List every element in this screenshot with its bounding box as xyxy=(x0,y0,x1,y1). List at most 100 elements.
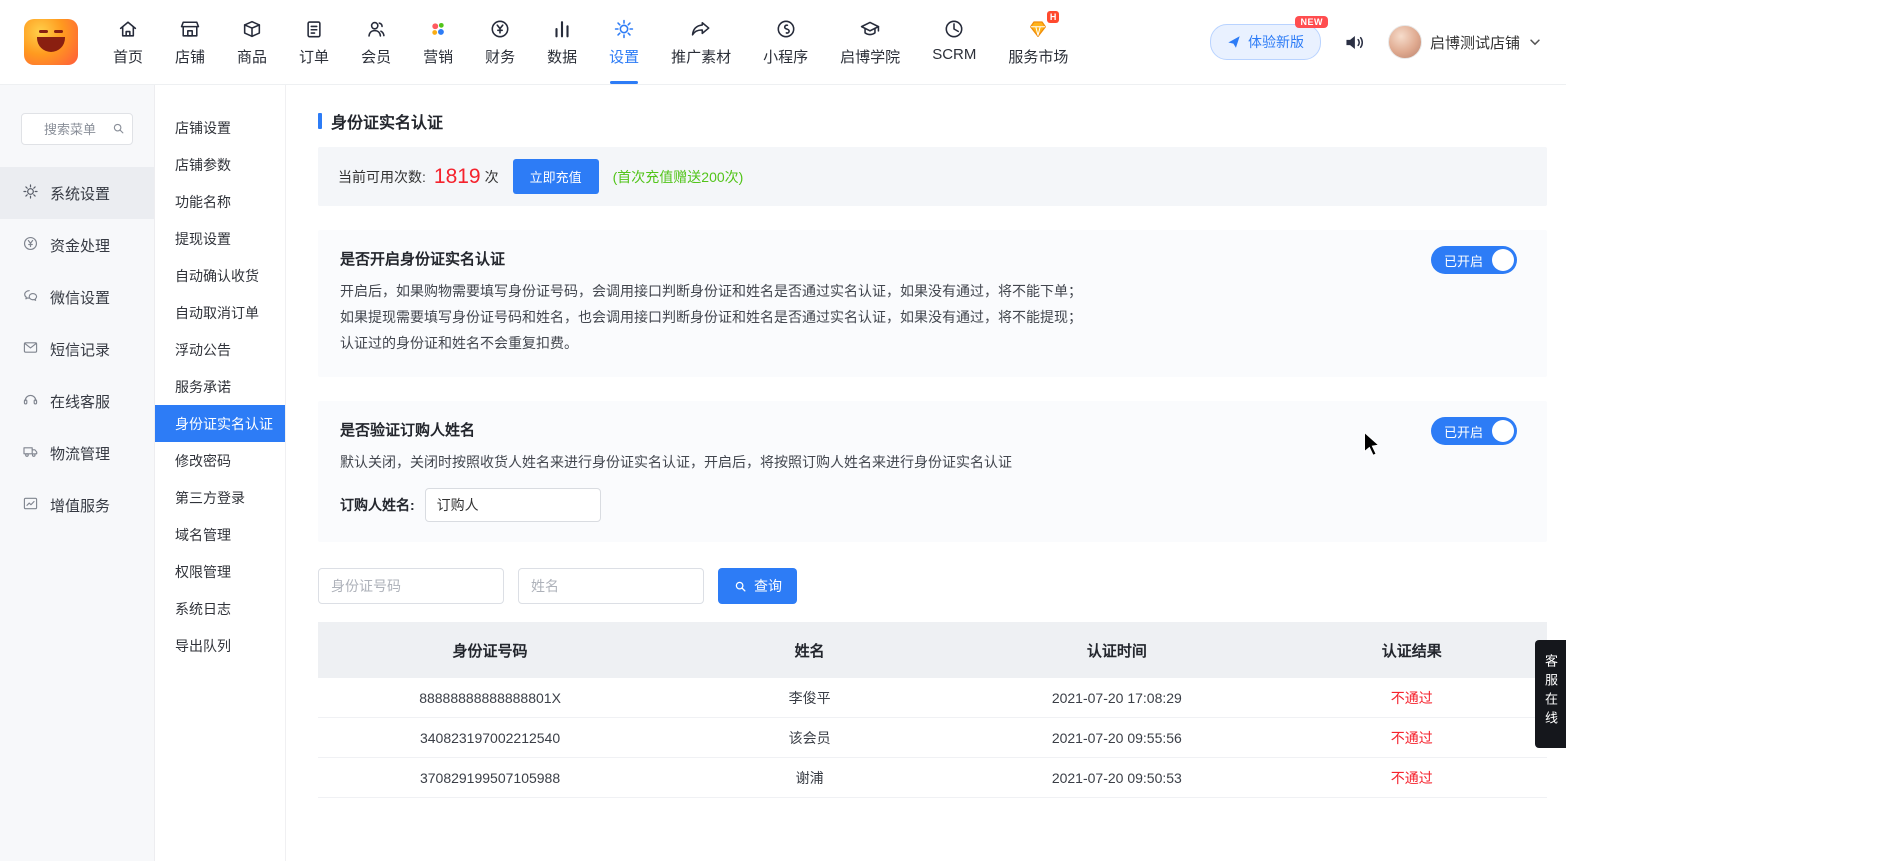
nav-label: 设置 xyxy=(609,46,639,67)
realname-toggle-card: 是否开启身份证实名认证 已开启 开启后，如果购物需要填写身份证号码，会调用接口判… xyxy=(318,230,1547,377)
submenu-item-service-promise[interactable]: 服务承诺 xyxy=(155,368,285,405)
nav-label: 订单 xyxy=(299,46,329,67)
sidebar-item-label: 微信设置 xyxy=(50,287,110,308)
try-new-label: 体验新版 xyxy=(1248,32,1304,52)
try-new-version-button[interactable]: 体验新版 NEW xyxy=(1210,24,1321,60)
submenu: 店铺设置 店铺参数 功能名称 提现设置 自动确认收货 自动取消订单 浮动公告 服… xyxy=(155,109,285,664)
nav-item-scrm[interactable]: SCRM xyxy=(931,15,977,65)
cell-time: 2021-07-20 09:50:53 xyxy=(957,758,1277,797)
quota-unit: 次 xyxy=(485,167,499,187)
submenu-item-withdraw-settings[interactable]: 提现设置 xyxy=(155,220,285,257)
app-logo[interactable] xyxy=(24,19,78,65)
page-title: 身份证实名认证 xyxy=(318,109,1566,133)
main-content: 身份证实名认证 当前可用次数: 1819 次 立即充值 (首次充值赠送200次)… xyxy=(286,85,1566,861)
submenu-item-id-verification[interactable]: 身份证实名认证 xyxy=(155,405,285,442)
submenu-item-auto-cancel[interactable]: 自动取消订单 xyxy=(155,294,285,331)
nav-label: 营销 xyxy=(423,46,453,67)
nav-item-marketing[interactable]: 营销 xyxy=(422,15,454,69)
submenu-item-store-settings[interactable]: 店铺设置 xyxy=(155,109,285,146)
main-sidebar: 系统设置 资金处理 微信设置 短信记录 在线客服 xyxy=(0,85,155,861)
sidebar-item-label: 短信记录 xyxy=(50,339,110,360)
sidebar-item-sms[interactable]: 短信记录 xyxy=(0,323,154,375)
quota-bar: 当前可用次数: 1819 次 立即充值 (首次充值赠送200次) xyxy=(318,147,1547,206)
submenu-item-system-log[interactable]: 系统日志 xyxy=(155,590,285,627)
sidebar-item-system-settings[interactable]: 系统设置 xyxy=(0,167,154,219)
table-row: 340823197002212540 该会员 2021-07-20 09:55:… xyxy=(318,718,1547,758)
sidebar-item-wechat[interactable]: 微信设置 xyxy=(0,271,154,323)
nav-item-promote[interactable]: 推广素材 xyxy=(670,15,732,69)
nav-item-settings[interactable]: 设置 xyxy=(608,15,640,69)
nav-item-miniprogram[interactable]: 小程序 xyxy=(762,15,809,69)
customer-service-icon xyxy=(22,391,39,412)
sidebar-item-value-added[interactable]: 增值服务 xyxy=(0,479,154,531)
store-icon xyxy=(179,17,201,41)
goods-icon xyxy=(241,17,263,41)
nav-item-data[interactable]: 数据 xyxy=(546,15,578,69)
miniprogram-icon xyxy=(775,17,797,41)
promote-icon xyxy=(690,17,712,41)
title-accent-bar xyxy=(318,113,322,129)
home-icon xyxy=(117,17,139,41)
nav-label: 财务 xyxy=(485,46,515,67)
submenu-item-export-queue[interactable]: 导出队列 xyxy=(155,627,285,664)
submenu-item-change-password[interactable]: 修改密码 xyxy=(155,442,285,479)
search-icon xyxy=(111,121,126,141)
realname-toggle[interactable]: 已开启 xyxy=(1431,246,1517,274)
query-button[interactable]: 查询 xyxy=(718,568,797,604)
sidebar-item-logistics[interactable]: 物流管理 xyxy=(0,427,154,479)
nav-item-finance[interactable]: 财务 xyxy=(484,15,516,69)
member-icon xyxy=(365,17,387,41)
nav-item-academy[interactable]: 启博学院 xyxy=(839,15,901,69)
nav-item-service-market[interactable]: H 服务市场 xyxy=(1007,15,1069,69)
nav-label: 店铺 xyxy=(175,46,205,67)
col-header-time: 认证时间 xyxy=(957,622,1277,678)
account-menu[interactable]: 启博测试店铺 xyxy=(1388,25,1542,59)
speaker-icon[interactable] xyxy=(1343,31,1366,54)
submenu-item-domain-management[interactable]: 域名管理 xyxy=(155,516,285,553)
cell-name: 该会员 xyxy=(662,718,957,757)
submenu-item-permission-management[interactable]: 权限管理 xyxy=(155,553,285,590)
orderer-name-toggle[interactable]: 已开启 xyxy=(1431,417,1517,445)
query-button-label: 查询 xyxy=(754,576,782,596)
nav-label: 首页 xyxy=(113,46,143,67)
cell-time: 2021-07-20 17:08:29 xyxy=(957,678,1277,717)
funds-icon xyxy=(22,235,39,256)
submenu-item-store-params[interactable]: 店铺参数 xyxy=(155,146,285,183)
name-input[interactable] xyxy=(518,568,704,604)
cell-name: 谢浦 xyxy=(662,758,957,797)
nav-label: 数据 xyxy=(547,46,577,67)
submenu-item-floating-notice[interactable]: 浮动公告 xyxy=(155,331,285,368)
customer-service-tab[interactable]: 客服在线 xyxy=(1535,640,1566,748)
recharge-button[interactable]: 立即充值 xyxy=(513,159,599,194)
nav-item-home[interactable]: 首页 xyxy=(112,15,144,69)
orderer-desc-line: 默认关闭，关闭时按照收货人姓名来进行身份证实名认证，开启后，将按照订购人姓名来进… xyxy=(340,450,1525,474)
realname-desc-line: 认证过的身份证和姓名不会重复扣费。 xyxy=(340,331,1525,355)
cell-id: 370829199507105988 xyxy=(318,758,662,797)
avatar xyxy=(1388,25,1422,59)
new-badge: NEW xyxy=(1295,16,1328,28)
sidebar-menu: 系统设置 资金处理 微信设置 短信记录 在线客服 xyxy=(0,167,154,531)
orderer-name-input[interactable] xyxy=(425,488,601,522)
nav-label: SCRM xyxy=(932,46,976,63)
sidebar-item-label: 增值服务 xyxy=(50,495,110,516)
sidebar-item-customer-service[interactable]: 在线客服 xyxy=(0,375,154,427)
submenu-item-auto-confirm[interactable]: 自动确认收货 xyxy=(155,257,285,294)
cell-id: 340823197002212540 xyxy=(318,718,662,757)
page-title-text: 身份证实名认证 xyxy=(331,109,443,133)
verification-table: 身份证号码 姓名 认证时间 认证结果 88888888888888801X 李俊… xyxy=(318,622,1547,798)
nav-item-members[interactable]: 会员 xyxy=(360,15,392,69)
id-number-input[interactable] xyxy=(318,568,504,604)
nav-label: 商品 xyxy=(237,46,267,67)
sms-icon xyxy=(22,339,39,360)
chevron-down-icon xyxy=(1528,35,1542,49)
submenu-item-third-party-login[interactable]: 第三方登录 xyxy=(155,479,285,516)
rocket-icon xyxy=(1227,35,1241,49)
nav-item-store[interactable]: 店铺 xyxy=(174,15,206,69)
submenu-item-feature-names[interactable]: 功能名称 xyxy=(155,183,285,220)
search-icon xyxy=(733,579,748,594)
nav-item-orders[interactable]: 订单 xyxy=(298,15,330,69)
nav-item-goods[interactable]: 商品 xyxy=(236,15,268,69)
sidebar-item-funds[interactable]: 资金处理 xyxy=(0,219,154,271)
quota-count: 1819 xyxy=(434,165,481,189)
col-header-id: 身份证号码 xyxy=(318,622,662,678)
